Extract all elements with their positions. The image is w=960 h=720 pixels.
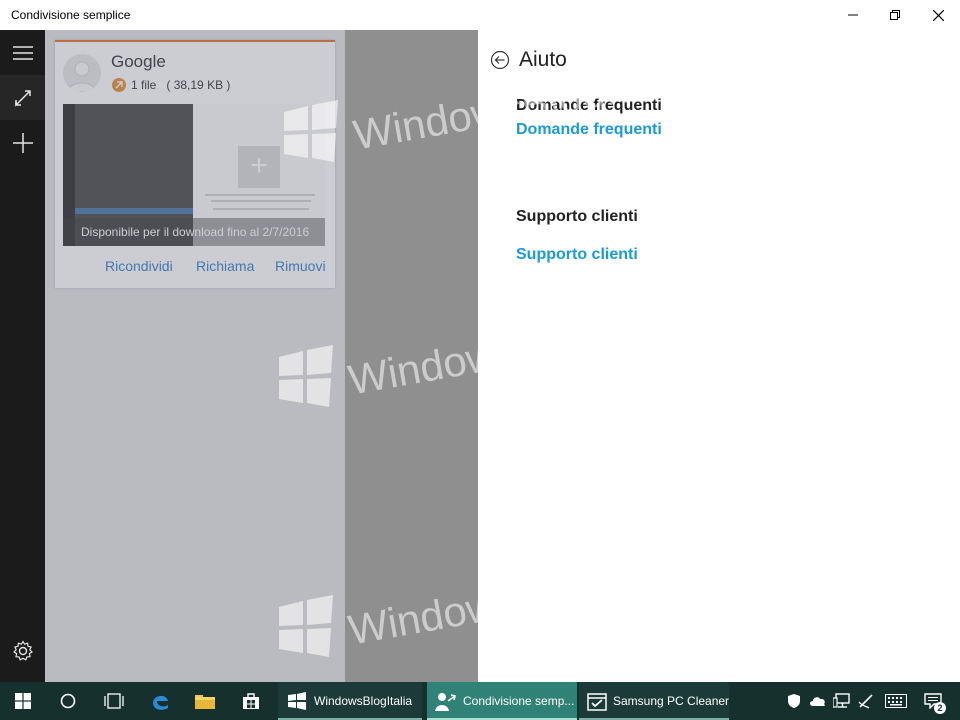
taskbar: WindowsBlogItalia Condivisione semp... S… [0, 682, 960, 720]
tray-onedrive[interactable] [806, 682, 830, 720]
windows-logo-icon [286, 690, 308, 712]
recall-link[interactable]: Richiama [196, 258, 254, 274]
sender-name: Google [111, 52, 166, 71]
tray-pen[interactable] [854, 682, 878, 720]
help-pane: Aiuto Domande frequenti Domande frequent… [478, 30, 960, 682]
remove-link[interactable]: Rimuovi [275, 258, 326, 274]
shares-list: Google 1 file ( 38,19 KB ) + Disponibile… [45, 30, 478, 682]
restore-button[interactable] [873, 0, 917, 30]
taskbar-app-samsung-pc-cleaner[interactable]: Samsung PC Cleaner [579, 682, 729, 720]
edge-browser-icon [153, 695, 168, 710]
pen-ink-icon [858, 694, 873, 709]
cortana-button[interactable] [45, 682, 91, 720]
support-link[interactable]: Supporto clienti [516, 246, 638, 264]
windows-start-icon [15, 693, 31, 709]
keyboard-icon [885, 694, 907, 708]
window-title: Condivisione semplice [11, 8, 131, 22]
task-view-button[interactable] [91, 682, 137, 720]
store-bag-icon [243, 693, 259, 709]
faq-link[interactable]: Domande frequenti [516, 121, 662, 139]
cloud-icon [810, 697, 825, 706]
help-title: Aiuto [519, 48, 567, 71]
settings-button[interactable] [0, 628, 45, 673]
card-actions: Ricondividi Richiama Rimuovi [55, 258, 335, 280]
action-center-button[interactable]: 2 [918, 682, 948, 720]
edge-button[interactable] [137, 682, 183, 720]
avatar [63, 54, 101, 92]
calendar-check-icon [587, 690, 607, 712]
close-button[interactable] [916, 0, 960, 30]
taskbar-app-windowsblogitalia[interactable]: WindowsBlogItalia [278, 682, 422, 720]
start-button[interactable] [0, 682, 46, 720]
taskbar-app-label: Condivisione semp... [463, 694, 575, 708]
shield-icon [788, 694, 800, 708]
share-card[interactable]: Google 1 file ( 38,19 KB ) + Disponibile… [55, 40, 335, 288]
cortana-circle-icon [60, 693, 76, 709]
sync-arrows-icon [14, 89, 31, 107]
hamburger-icon [12, 45, 33, 60]
nav-add-button[interactable] [0, 120, 45, 165]
share-icon [435, 690, 457, 712]
reshare-link[interactable]: Ricondividi [105, 258, 173, 274]
network-icon [833, 693, 850, 708]
person-icon [67, 61, 97, 92]
title-bar: Condivisione semplice [0, 0, 960, 30]
tray-network[interactable] [830, 682, 854, 720]
folder-icon [195, 695, 215, 709]
hamburger-menu-button[interactable] [0, 30, 45, 75]
file-explorer-button[interactable] [182, 682, 228, 720]
restore-icon [890, 10, 900, 20]
faq-heading: Domande frequenti [516, 97, 662, 114]
upload-arrow-icon [112, 78, 126, 92]
taskbar-app-label: Samsung PC Cleaner [613, 694, 729, 708]
minimize-icon [848, 14, 858, 16]
taskbar-app-label: WindowsBlogItalia [314, 694, 413, 708]
file-size: ( 38,19 KB ) [166, 78, 231, 92]
back-arrow-icon [490, 50, 510, 70]
back-button[interactable] [490, 50, 510, 70]
file-preview-thumbnail[interactable]: + Disponibile per il download fino al 2/… [63, 104, 325, 246]
tray-defender[interactable] [782, 682, 806, 720]
notification-count-badge: 2 [934, 702, 946, 714]
nav-rail [0, 30, 45, 682]
nav-shares-button[interactable] [0, 75, 45, 120]
tray-keyboard[interactable] [882, 682, 910, 720]
minimize-button[interactable] [831, 0, 875, 30]
support-heading: Supporto clienti [516, 208, 638, 225]
task-view-icon [104, 693, 124, 709]
expiry-text: Disponibile per il download fino al 2/7/… [63, 218, 325, 246]
store-button[interactable] [228, 682, 274, 720]
plus-icon [12, 132, 33, 153]
close-icon [932, 9, 944, 21]
file-info: 1 file ( 38,19 KB ) [131, 78, 230, 92]
preview-plus-icon: + [238, 146, 280, 188]
taskbar-app-condivisione[interactable]: Condivisione semp... [427, 682, 577, 720]
file-count: 1 file [131, 78, 157, 92]
gear-icon [12, 639, 33, 661]
